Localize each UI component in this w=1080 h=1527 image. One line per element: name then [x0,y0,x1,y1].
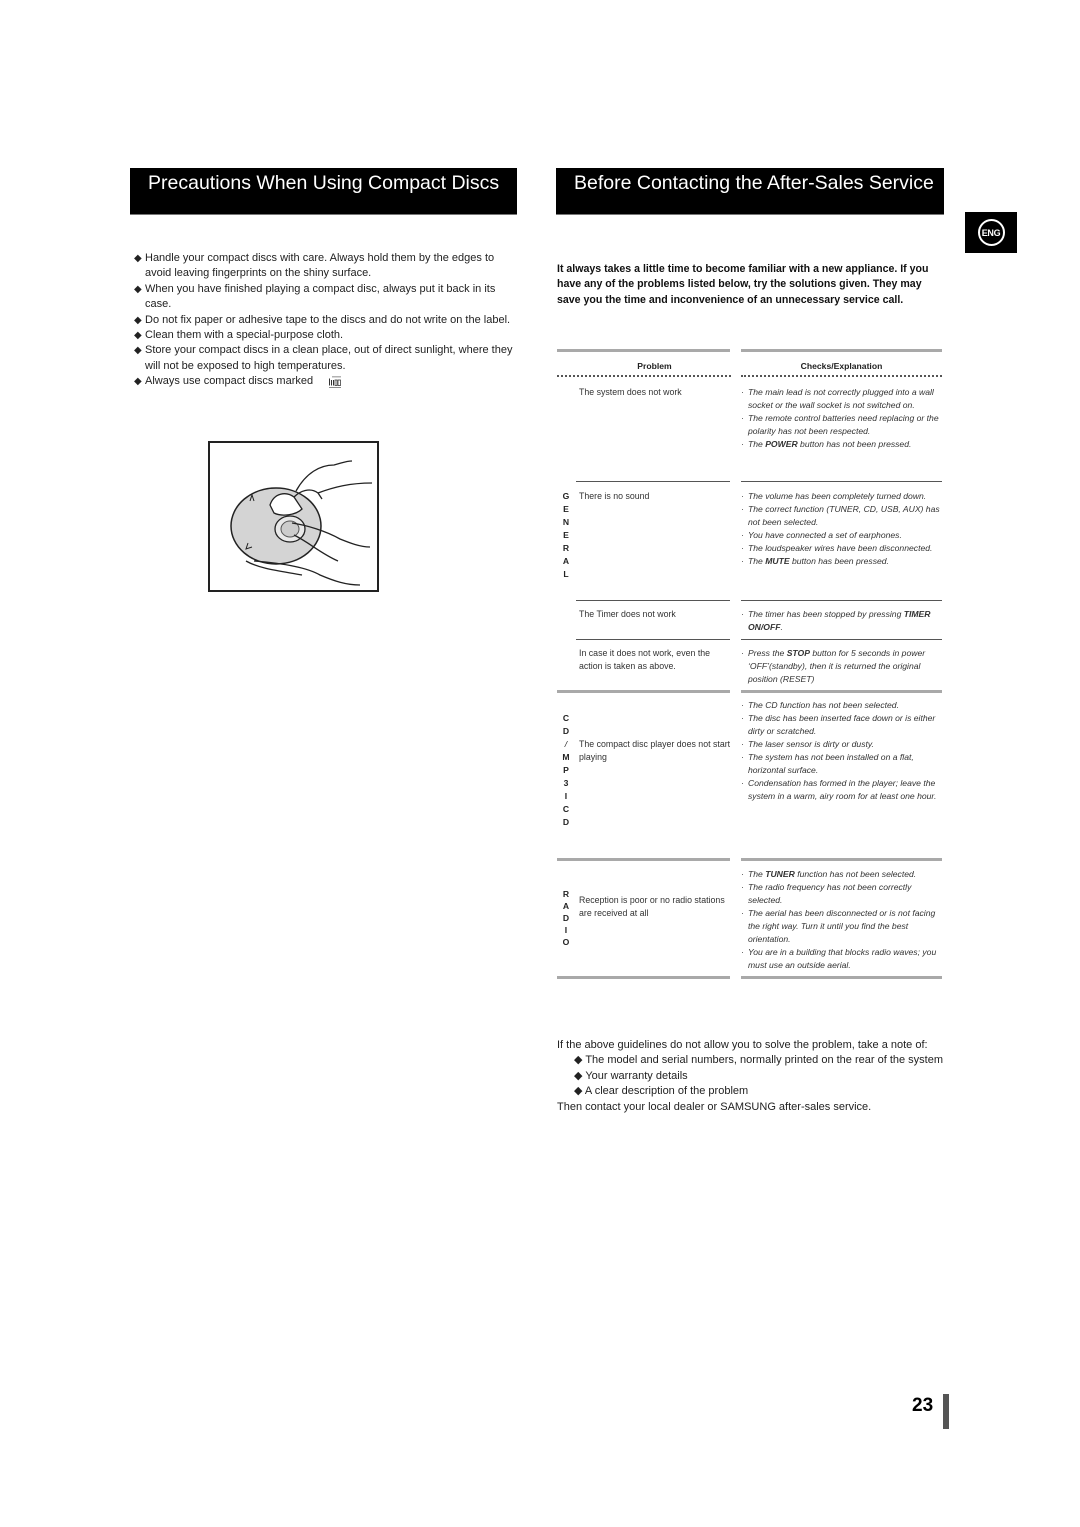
problem-cell: There is no sound [579,491,650,501]
column-header-checks: Checks/Explanation [800,361,883,371]
check-item: · The correct function (TUNER, CD, USB, A… [741,504,940,527]
table-rule [576,639,730,640]
contact-instructions: If the above guidelines do not allow you… [557,1038,947,1115]
intro-paragraph: It always takes a little time to become … [557,263,929,306]
check-item: · The timer has been stopped by pressing … [741,609,931,632]
check-item: · The disc has been inserted face down or… [741,713,936,736]
list-item: ◆ When you have finished playing a compac… [134,282,496,311]
checks-cell: · The volume has been completely turned d… [741,490,946,568]
check-item: · The POWER button has not been pressed. [741,439,912,449]
category-label-cd-mp3: C D / M P 3 I C D [562,713,570,827]
check-item: · The loudspeaker wires have been disconn… [741,543,933,553]
check-item: · The aerial has been disconnected or is … [741,908,936,944]
check-item: · You have connected a set of earphones. [741,530,902,540]
table-rule [741,349,942,352]
diamond-bullet-icon: ◆ [134,253,142,264]
section-title-precautions: Precautions When Using Compact Discs [130,168,517,215]
check-item: · The main lead is not correctly plugged … [741,387,934,410]
list-item: ◆ Handle your compact discs with care. Al… [134,252,495,280]
diamond-bullet-icon: ◆ [134,330,142,342]
diamond-bullet-icon: ◆ [134,376,142,388]
check-item: · The CD function has not been selected. [741,700,899,710]
table-rule [557,690,730,693]
disc-cleaning-illustration [208,441,379,592]
table-rule [741,690,942,693]
table-rule [741,639,942,640]
language-badge: ENG [965,212,1017,253]
hands-holding-disc-icon [230,460,373,586]
table-divider [557,375,731,377]
check-item: · The MUTE button has been pressed. [741,556,889,566]
eng-language-icon: ENG [977,219,1005,246]
table-rule [557,976,730,979]
check-item: · Press the STOP button for 5 seconds in … [741,648,926,684]
check-item: · The radio frequency has not been correc… [741,882,912,905]
list-item: ◆ A clear description of the problem [574,1085,749,1098]
check-item: · The remote control batteries need repla… [741,413,939,436]
list-item: ◆ Your warranty details [574,1069,688,1082]
outro-closing: Then contact your local dealer or SAMSUN… [557,1100,872,1113]
checks-cell: · The main lead is not correctly plugged … [741,386,946,451]
diamond-bullet-icon: ◆ [574,1054,586,1067]
diamond-bullet-icon: ◆ [574,1069,586,1082]
problem-cell: The Timer does not work [579,609,676,619]
list-item: ◆ Do not fix paper or adhesive tape to th… [134,313,519,328]
check-item: · You are in a building that blocks radio… [741,947,937,970]
list-item: ◆ Always use compact discs marked [134,374,519,389]
diamond-bullet-icon: ◆ [134,314,142,326]
checks-cell: · The timer has been stopped by pressing … [741,608,946,634]
category-label-general: GENERAL [562,491,570,579]
table-rule [741,858,942,861]
checks-cell: · The CD function has not been selected. … [741,699,946,803]
category-label-radio: RADIO [562,889,570,947]
problem-cell: The system does not work [579,387,682,397]
table-rule [741,976,942,979]
problem-cell: In case it does not work, even the actio… [579,648,711,671]
precautions-list: ◆ Handle your compact discs with care. Al… [134,251,519,390]
table-divider [741,375,942,377]
table-rule [557,858,730,861]
problem-cell: The compact disc player does not start p… [579,739,731,762]
list-item: ◆ Store your compact discs in a clean pla… [134,344,513,372]
list-item: ◆ Clean them with a special-purpose cloth… [134,328,519,343]
check-item: · The TUNER function has not been selecte… [741,869,917,879]
table-rule [741,481,942,482]
check-item: · The laser sensor is dirty or dusty. [741,739,874,749]
table-rule [741,600,942,601]
diamond-bullet-icon: ◆ [134,345,142,357]
column-header-problem: Problem [637,361,672,371]
check-item: · The volume has been completely turned d… [741,491,927,501]
page-marker-bar [943,1394,949,1429]
table-rule [576,600,730,601]
page-number: 23 [912,1395,934,1416]
check-item: · Condensation has formed in the player; … [741,778,937,801]
check-item: · The system has not been installed on a … [741,752,914,775]
list-item: ◆ The model and serial numbers, normally… [574,1054,943,1067]
checks-cell: · The TUNER function has not been selecte… [741,868,946,972]
table-rule [557,349,730,352]
table-rule [576,481,730,482]
outro-lead: If the above guidelines do not allow you… [557,1039,928,1051]
problem-cell: Reception is poor or no radio stations a… [579,895,725,918]
diamond-bullet-icon: ◆ [574,1085,585,1098]
compact-disc-logo-icon [329,376,342,388]
checks-cell: · Press the STOP button for 5 seconds in … [741,647,946,686]
diamond-bullet-icon: ◆ [134,283,142,295]
section-title-after-sales: Before Contacting the After-Sales Servic… [556,168,944,215]
